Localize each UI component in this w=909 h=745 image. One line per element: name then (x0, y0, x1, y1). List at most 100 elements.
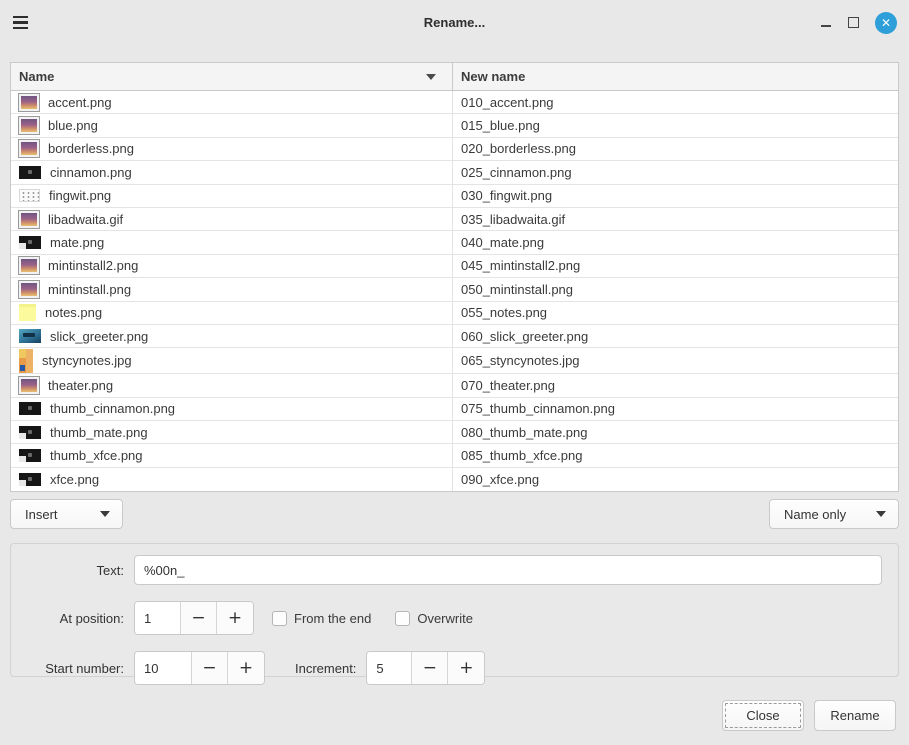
table-row[interactable]: thumb_xfce.png 085_thumb_xfce.png (11, 444, 898, 467)
chevron-down-icon (100, 511, 110, 517)
file-name: libadwaita.gif (48, 212, 123, 227)
maximize-button[interactable] (848, 17, 859, 28)
file-thumbnail-icon (19, 211, 39, 228)
column-header-name-label: Name (19, 69, 54, 84)
file-name: fingwit.png (49, 188, 111, 203)
titlebar: Rename... ✕ (0, 0, 909, 45)
table-row[interactable]: accent.png 010_accent.png (11, 91, 898, 114)
file-new-name: 055_notes.png (461, 305, 547, 320)
file-name: slick_greeter.png (50, 329, 148, 344)
column-header-name[interactable]: Name (11, 63, 453, 90)
at-position-label: At position: (27, 611, 124, 626)
table-row[interactable]: blue.png 015_blue.png (11, 114, 898, 137)
file-thumbnail-icon (19, 402, 41, 415)
table-row[interactable]: mintinstall2.png 045_mintinstall2.png (11, 255, 898, 278)
file-thumbnail-icon (19, 140, 39, 157)
start-number-decrement-button[interactable]: − (192, 652, 228, 684)
start-number-increment-button[interactable]: + (228, 652, 264, 684)
file-new-name: 040_mate.png (461, 235, 544, 250)
table-row[interactable]: libadwaita.gif 035_libadwaita.gif (11, 208, 898, 231)
file-new-name: 030_fingwit.png (461, 188, 552, 203)
column-header-new-name-label: New name (461, 69, 525, 84)
column-header-new-name[interactable]: New name (453, 63, 898, 90)
at-position-decrement-button[interactable]: − (181, 602, 217, 634)
file-name: thumb_xfce.png (50, 448, 143, 463)
file-thumbnail-icon (19, 257, 39, 274)
menu-icon[interactable] (12, 11, 36, 35)
increment-decrement-button[interactable]: − (412, 652, 448, 684)
file-name: xfce.png (50, 472, 99, 487)
table-row[interactable]: notes.png 055_notes.png (11, 302, 898, 325)
file-name: mintinstall2.png (48, 258, 138, 273)
file-name: borderless.png (48, 141, 134, 156)
sort-descending-icon (426, 74, 436, 80)
checkbox-icon (272, 611, 287, 626)
start-number-spinner: − + (134, 651, 265, 685)
file-name: accent.png (48, 95, 112, 110)
rename-button[interactable]: Rename (814, 700, 896, 731)
file-thumbnail-icon (19, 94, 39, 111)
increment-input[interactable] (367, 652, 412, 684)
from-the-end-label: From the end (294, 611, 371, 626)
table-row[interactable]: theater.png 070_theater.png (11, 374, 898, 397)
close-window-icon[interactable]: ✕ (875, 12, 897, 34)
table-row[interactable]: borderless.png 020_borderless.png (11, 138, 898, 161)
file-new-name: 080_thumb_mate.png (461, 425, 587, 440)
file-new-name: 070_theater.png (461, 378, 555, 393)
table-row[interactable]: slick_greeter.png 060_slick_greeter.png (11, 325, 898, 348)
overwrite-label: Overwrite (417, 611, 473, 626)
from-the-end-checkbox[interactable]: From the end (272, 611, 371, 626)
increment-spinner: − + (366, 651, 485, 685)
file-new-name: 075_thumb_cinnamon.png (461, 401, 615, 416)
increment-increment-button[interactable]: + (448, 652, 484, 684)
text-input[interactable] (134, 555, 882, 585)
file-thumbnail-icon (19, 377, 39, 394)
insert-dropdown-label: Insert (25, 507, 58, 522)
file-new-name: 085_thumb_xfce.png (461, 448, 582, 463)
file-thumbnail-icon (19, 117, 39, 134)
file-new-name: 050_mintinstall.png (461, 282, 573, 297)
file-new-name: 020_borderless.png (461, 141, 576, 156)
file-new-name: 035_libadwaita.gif (461, 212, 565, 227)
table-row[interactable]: xfce.png 090_xfce.png (11, 468, 898, 491)
file-new-name: 090_xfce.png (461, 472, 539, 487)
table-row[interactable]: thumb_cinnamon.png 075_thumb_cinnamon.pn… (11, 398, 898, 421)
file-thumbnail-icon (19, 189, 40, 202)
file-thumbnail-icon (19, 349, 33, 373)
file-thumbnail-icon (19, 236, 41, 249)
increment-label: Increment: (295, 661, 356, 676)
scope-dropdown[interactable]: Name only (769, 499, 899, 529)
file-name: styncynotes.jpg (42, 353, 132, 368)
file-thumbnail-icon (19, 304, 36, 321)
scope-dropdown-label: Name only (784, 507, 846, 522)
close-button[interactable]: Close (722, 700, 804, 731)
overwrite-checkbox[interactable]: Overwrite (395, 611, 473, 626)
file-name: cinnamon.png (50, 165, 132, 180)
file-new-name: 060_slick_greeter.png (461, 329, 588, 344)
at-position-input[interactable] (135, 602, 181, 634)
file-thumbnail-icon (19, 473, 41, 486)
file-table-body: accent.png 010_accent.png blue.png 015_b… (11, 91, 898, 491)
file-thumbnail-icon (19, 426, 41, 439)
minimize-button[interactable] (820, 17, 832, 29)
file-new-name: 065_styncynotes.jpg (461, 353, 580, 368)
file-name: blue.png (48, 118, 98, 133)
start-number-input[interactable] (135, 652, 192, 684)
file-name: thumb_cinnamon.png (50, 401, 175, 416)
table-row[interactable]: cinnamon.png 025_cinnamon.png (11, 161, 898, 184)
insert-dropdown[interactable]: Insert (10, 499, 123, 529)
at-position-increment-button[interactable]: + (217, 602, 253, 634)
table-row[interactable]: fingwit.png 030_fingwit.png (11, 185, 898, 208)
window-title: Rename... (0, 15, 909, 30)
table-row[interactable]: thumb_mate.png 080_thumb_mate.png (11, 421, 898, 444)
checkbox-icon (395, 611, 410, 626)
file-new-name: 045_mintinstall2.png (461, 258, 580, 273)
file-name: thumb_mate.png (50, 425, 148, 440)
table-row[interactable]: mate.png 040_mate.png (11, 231, 898, 254)
chevron-down-icon (876, 511, 886, 517)
file-name: theater.png (48, 378, 113, 393)
file-new-name: 015_blue.png (461, 118, 540, 133)
file-table: Name New name accent.png 010_accent.png … (10, 62, 899, 492)
table-row[interactable]: styncynotes.jpg 065_styncynotes.jpg (11, 348, 898, 374)
table-row[interactable]: mintinstall.png 050_mintinstall.png (11, 278, 898, 301)
